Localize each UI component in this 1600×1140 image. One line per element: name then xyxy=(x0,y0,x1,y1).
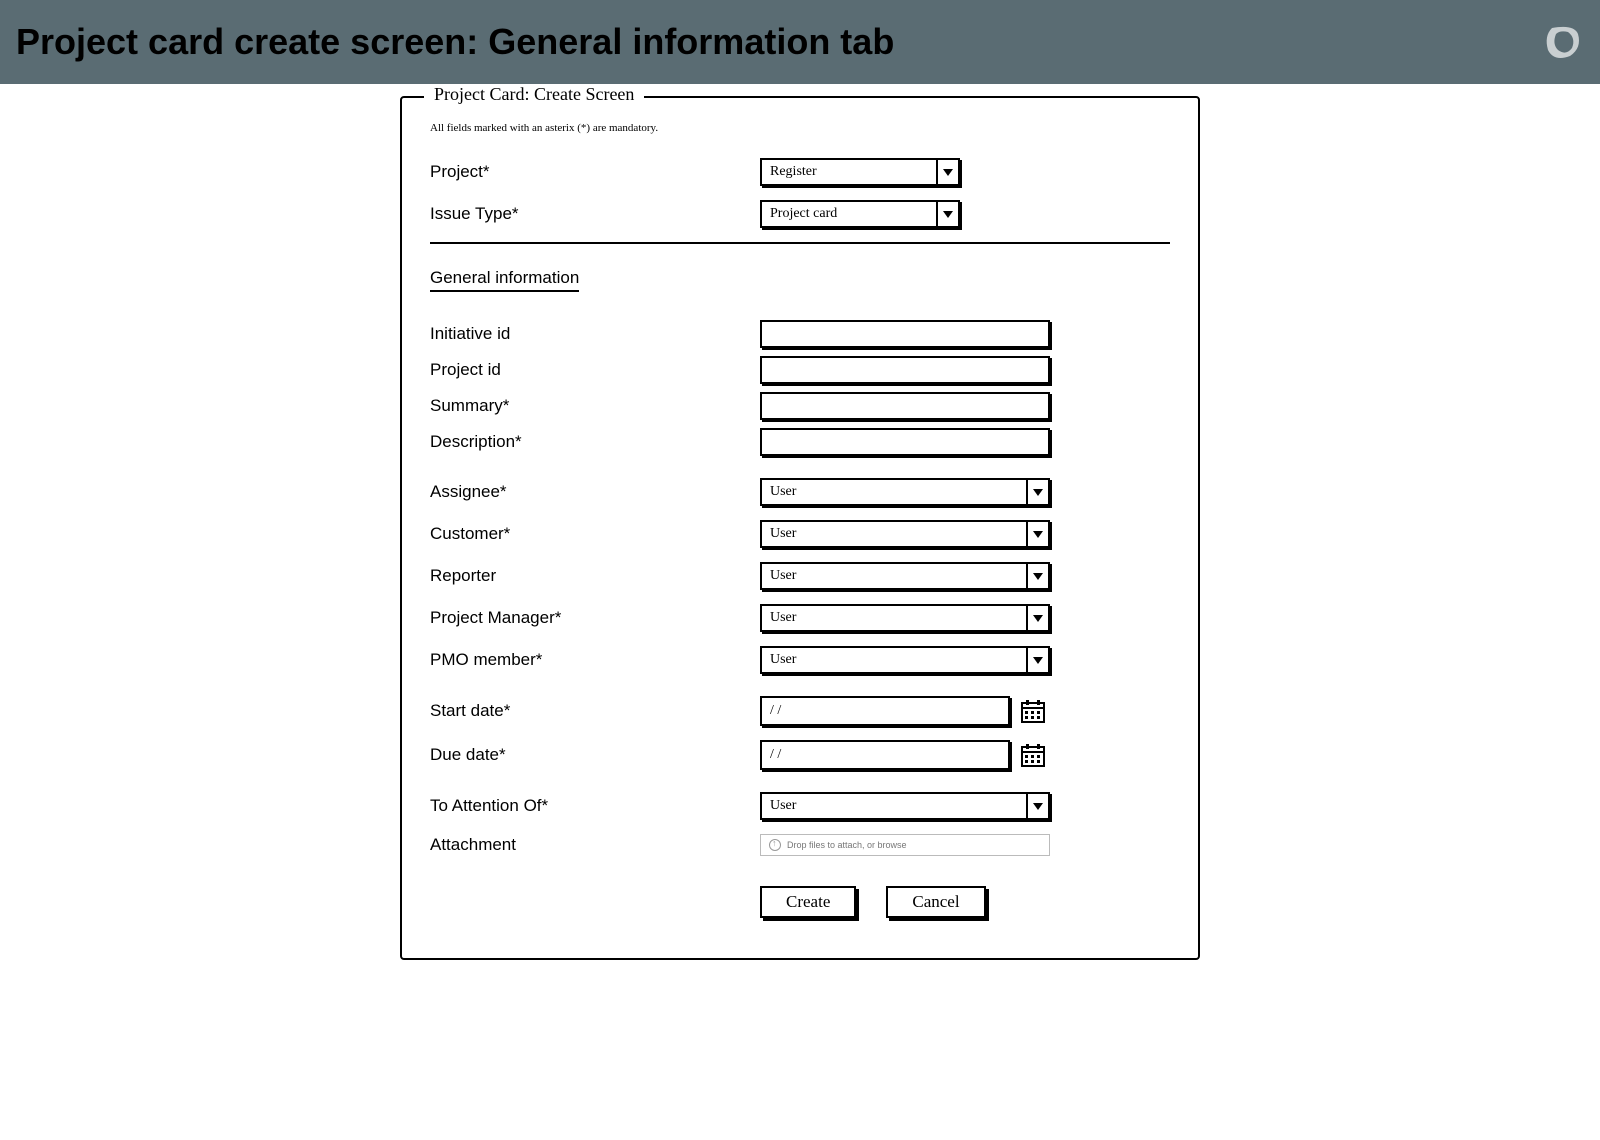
brand-logo-icon xyxy=(1540,20,1584,64)
cancel-button[interactable]: Cancel xyxy=(886,886,985,918)
attachment-dropzone[interactable]: Drop files to attach, or browse xyxy=(760,834,1050,856)
page-title: Project card create screen: General info… xyxy=(16,21,894,63)
form-frame: Project Card: Create Screen All fields m… xyxy=(400,96,1200,960)
customer-select[interactable]: User xyxy=(760,520,1050,548)
reporter-select[interactable]: User xyxy=(760,562,1050,590)
label-initiative-id: Initiative id xyxy=(430,324,760,344)
label-due-date: Due date* xyxy=(430,745,760,765)
issue-type-select[interactable]: Project card xyxy=(760,200,960,228)
chevron-down-icon xyxy=(1026,480,1048,504)
chevron-down-icon xyxy=(936,202,958,226)
label-to-attention: To Attention Of* xyxy=(430,796,760,816)
section-divider xyxy=(430,242,1170,244)
chevron-down-icon xyxy=(936,160,958,184)
project-select[interactable]: Register xyxy=(760,158,960,186)
create-button[interactable]: Create xyxy=(760,886,856,918)
label-start-date: Start date* xyxy=(430,701,760,721)
pmo-member-select[interactable]: User xyxy=(760,646,1050,674)
label-issue-type: Issue Type* xyxy=(430,204,760,224)
initiative-id-input[interactable] xyxy=(760,320,1050,348)
label-project-manager: Project Manager* xyxy=(430,608,760,628)
label-customer: Customer* xyxy=(430,524,760,544)
description-input[interactable] xyxy=(760,428,1050,456)
chevron-down-icon xyxy=(1026,606,1048,630)
chevron-down-icon xyxy=(1026,648,1048,672)
chevron-down-icon xyxy=(1026,564,1048,588)
to-attention-select[interactable]: User xyxy=(760,792,1050,820)
slide-header: Project card create screen: General info… xyxy=(0,0,1600,84)
start-date-input[interactable]: / / xyxy=(760,696,1010,726)
project-manager-select[interactable]: User xyxy=(760,604,1050,632)
label-summary: Summary* xyxy=(430,396,760,416)
frame-legend: Project Card: Create Screen xyxy=(424,84,644,105)
tab-general-information[interactable]: General information xyxy=(430,268,579,292)
label-pmo-member: PMO member* xyxy=(430,650,760,670)
label-project: Project* xyxy=(430,162,760,182)
chevron-down-icon xyxy=(1026,794,1048,818)
calendar-icon[interactable] xyxy=(1020,698,1046,724)
calendar-icon[interactable] xyxy=(1020,742,1046,768)
upload-icon xyxy=(769,839,781,851)
attachment-hint: Drop files to attach, or browse xyxy=(787,840,907,850)
assignee-select[interactable]: User xyxy=(760,478,1050,506)
project-select-value: Register xyxy=(762,164,936,180)
chevron-down-icon xyxy=(1026,522,1048,546)
mandatory-note: All fields marked with an asterix (*) ar… xyxy=(430,122,1170,134)
due-date-input[interactable]: / / xyxy=(760,740,1010,770)
label-description: Description* xyxy=(430,432,760,452)
label-assignee: Assignee* xyxy=(430,482,760,502)
summary-input[interactable] xyxy=(760,392,1050,420)
label-project-id: Project id xyxy=(430,360,760,380)
project-id-input[interactable] xyxy=(760,356,1050,384)
issue-type-select-value: Project card xyxy=(762,206,936,222)
label-reporter: Reporter xyxy=(430,566,760,586)
label-attachment: Attachment xyxy=(430,835,760,855)
